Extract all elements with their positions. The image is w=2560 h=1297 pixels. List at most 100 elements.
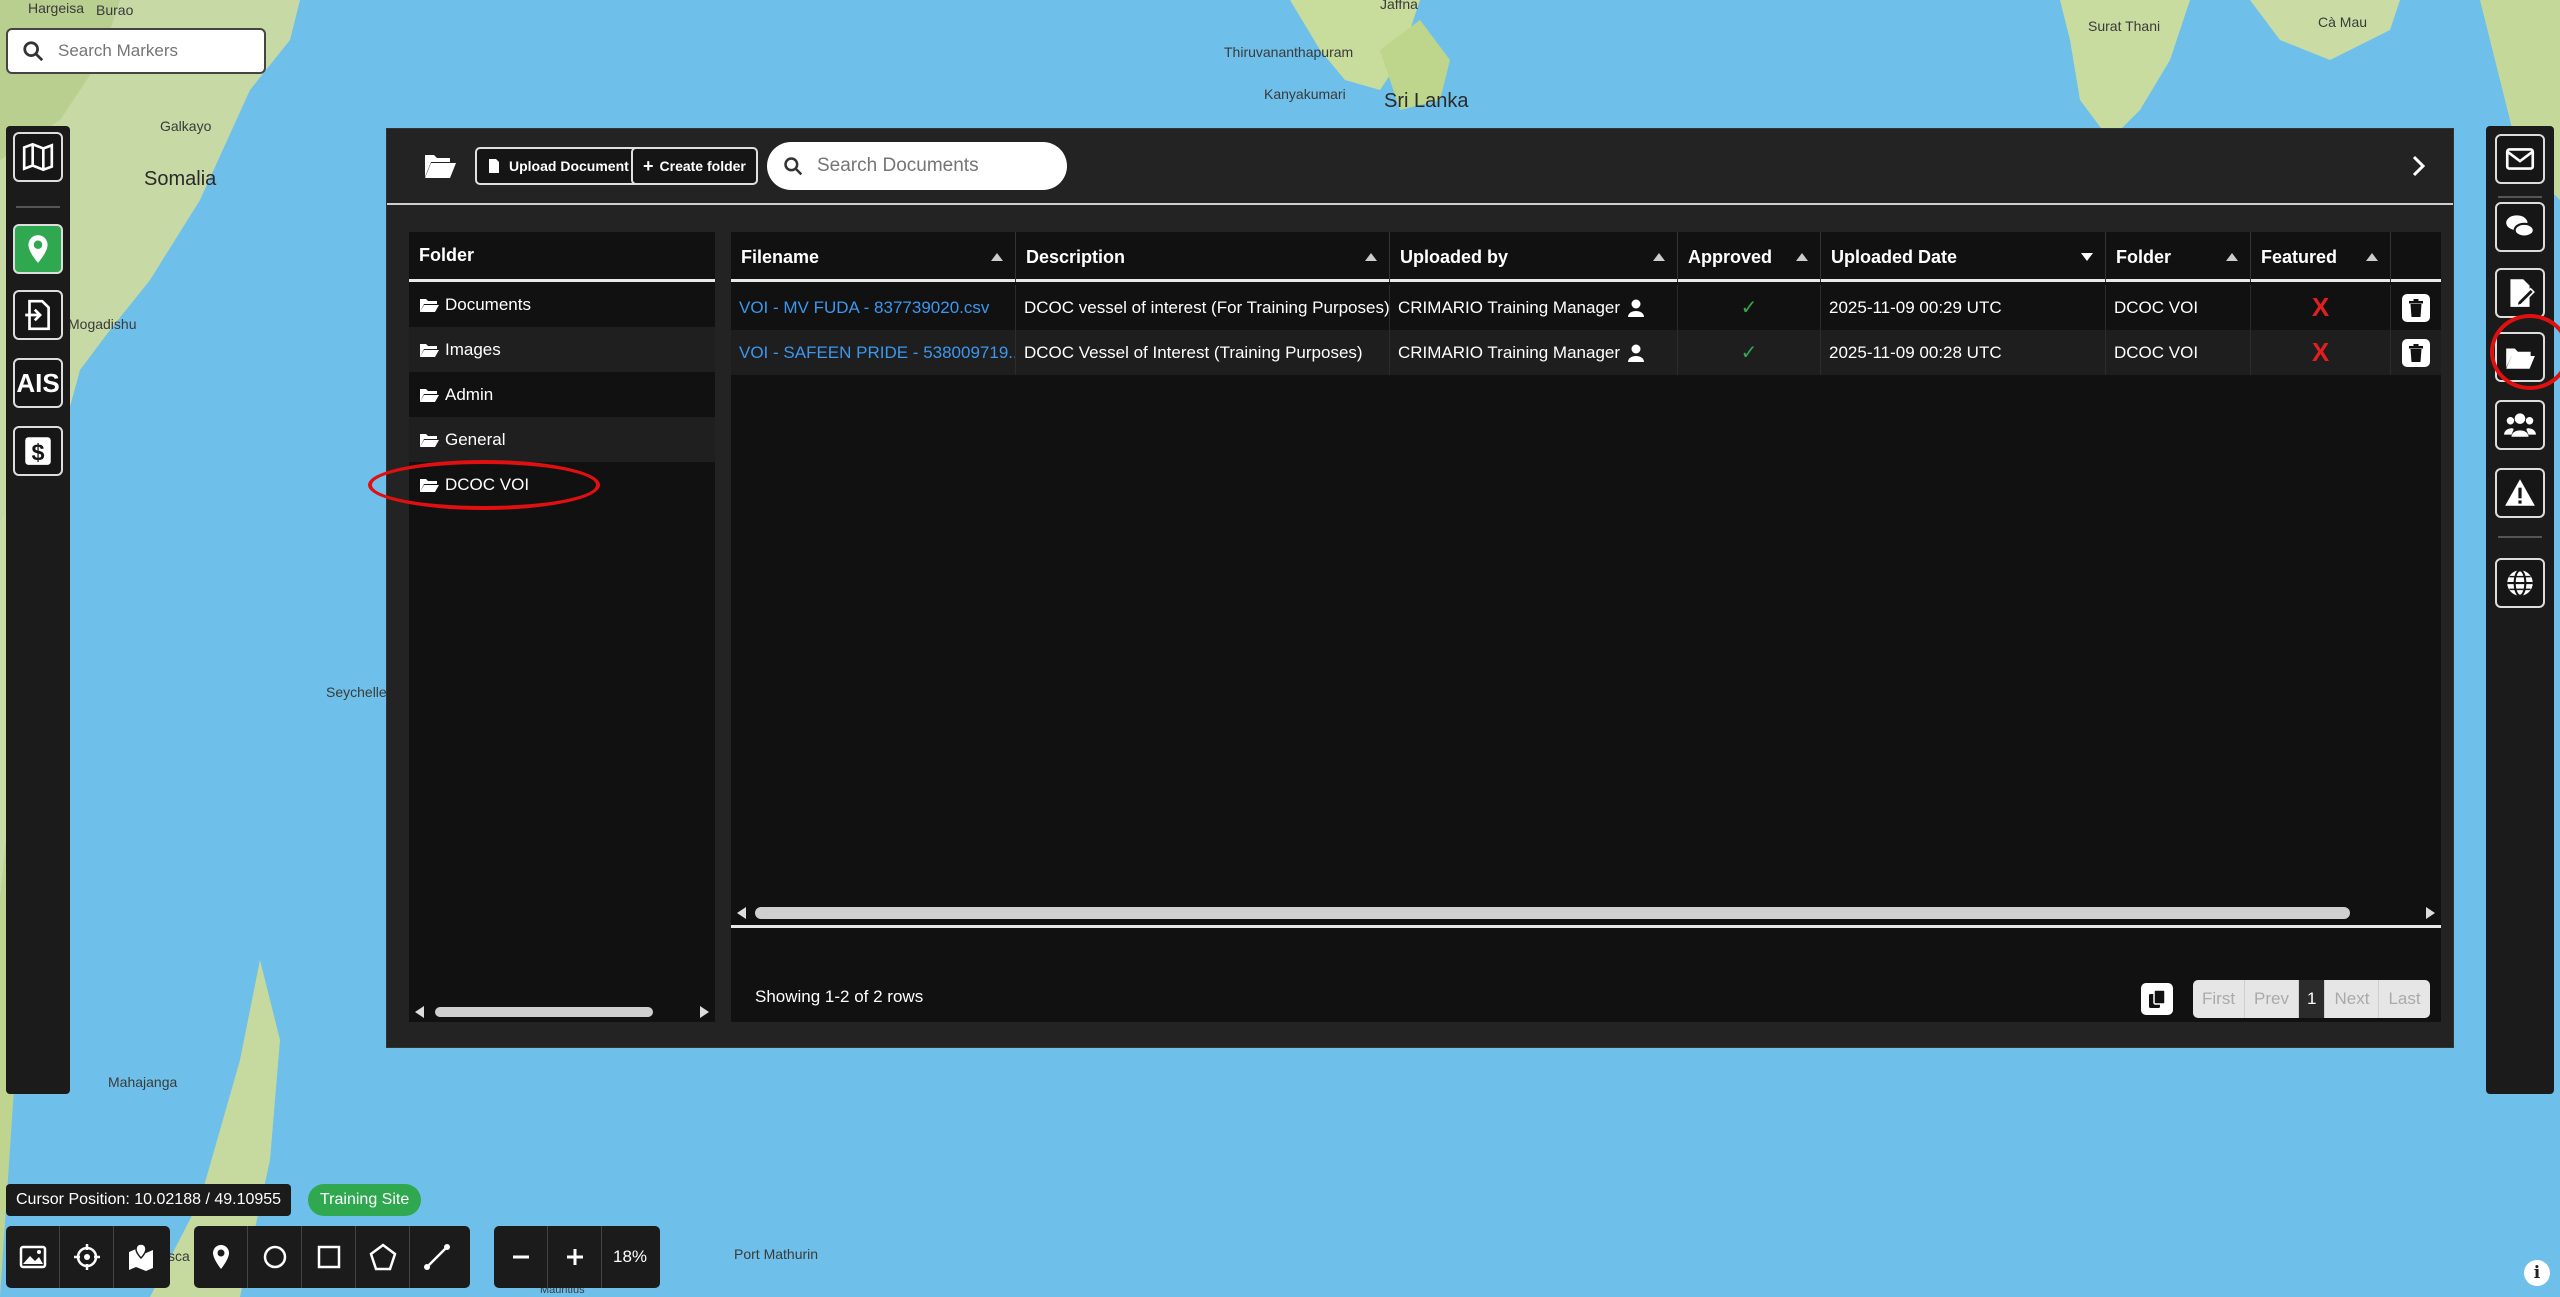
column-header-uploaded-date[interactable]: Uploaded Date [1821, 232, 2106, 282]
collapse-panel-button[interactable] [2405, 149, 2433, 183]
current-page[interactable]: 1 [2299, 980, 2326, 1018]
map-label: Hargeisa [28, 0, 85, 16]
scroll-thumb[interactable] [755, 907, 2350, 919]
zoom-level: 18% [612, 1247, 648, 1266]
x-icon: X [2311, 337, 2330, 367]
zoom-out-button[interactable] [494, 1226, 548, 1288]
folder-icon [420, 298, 439, 312]
warning-icon [2505, 479, 2535, 506]
create-folder-button[interactable]: + Create folder [631, 147, 758, 185]
basemap-button[interactable] [6, 1226, 60, 1288]
folder-item-general[interactable]: General [409, 417, 715, 462]
sort-down-icon [2081, 253, 2093, 261]
envelope-icon [2505, 148, 2535, 170]
folder-label: Documents [445, 294, 531, 314]
folder-header: Folder [409, 232, 715, 282]
create-folder-label: Create folder [659, 158, 746, 174]
zoom-in-button[interactable] [548, 1226, 602, 1288]
map-label: Thiruvananthapuram [1224, 44, 1354, 60]
users-button[interactable] [2495, 400, 2545, 450]
folder-open-icon [2506, 348, 2535, 369]
column-header-description[interactable]: Description [1016, 232, 1390, 282]
chat-icon [2506, 215, 2535, 238]
folder-item-images[interactable]: Images [409, 327, 715, 372]
import-button[interactable] [13, 290, 63, 340]
chevron-right-icon [2412, 155, 2426, 177]
table-row[interactable]: VOI - MV FUDA - 837739020.csv DCOC vesse… [731, 285, 2441, 330]
folder-item-documents[interactable]: Documents [409, 282, 715, 327]
document-search-box[interactable] [767, 142, 1067, 190]
map-layers-button[interactable] [13, 132, 63, 182]
uploader-name: CRIMARIO Training Manager [1398, 342, 1621, 362]
folder-cell: DCOC VOI [2106, 330, 2251, 375]
map-label: Port Mathurin [734, 1246, 819, 1262]
upload-document-button[interactable]: Upload Document [475, 147, 641, 185]
info-icon[interactable]: i [2524, 1260, 2550, 1286]
delete-button[interactable] [2402, 293, 2430, 322]
folder-item-dcoc-voi[interactable]: DCOC VOI [409, 462, 715, 507]
description-cell: DCOC Vessel of Interest (Training Purpos… [1016, 330, 1390, 375]
dollar-icon: $ [25, 437, 51, 466]
draw-polygon-button[interactable] [356, 1226, 410, 1288]
filename-link[interactable]: VOI - MV FUDA - 837739020.csv [731, 285, 1016, 330]
image-icon [19, 1245, 46, 1269]
folder-label: Admin [445, 384, 494, 404]
sort-up-icon [1365, 253, 1377, 261]
folder-scrollbar[interactable] [409, 1000, 715, 1022]
reports-button[interactable] [2495, 268, 2545, 318]
folder-label: DCOC VOI [445, 474, 530, 494]
column-header-uploaded-by[interactable]: Uploaded by [1390, 232, 1678, 282]
table-horizontal-scrollbar[interactable] [731, 902, 2441, 922]
billing-button[interactable]: $ [13, 426, 63, 476]
draw-line-button[interactable] [410, 1226, 464, 1288]
pentagon-icon [369, 1243, 396, 1271]
chat-button[interactable] [2495, 202, 2545, 252]
map-icon [22, 142, 54, 172]
table-row[interactable]: VOI - SAFEEN PRIDE - 538009719.... DCOC … [731, 330, 2441, 375]
column-header-filename[interactable]: Filename [731, 232, 1016, 282]
messages-button[interactable] [2495, 134, 2545, 184]
globe-button[interactable] [2495, 558, 2545, 608]
next-page-button[interactable]: Next [2325, 980, 2380, 1018]
approved-cell: ✓ [1678, 330, 1821, 375]
folder-item-admin[interactable]: Admin [409, 372, 715, 417]
filename-link[interactable]: VOI - SAFEEN PRIDE - 538009719.... [731, 330, 1016, 375]
copy-button[interactable] [2141, 983, 2173, 1015]
crosshair-icon [73, 1244, 100, 1270]
description-cell: DCOC vessel of interest (For Training Pu… [1016, 285, 1390, 330]
last-page-button[interactable]: Last [2379, 980, 2430, 1018]
column-header-approved[interactable]: Approved [1678, 232, 1821, 282]
pagination: First Prev 1 Next Last [2193, 980, 2430, 1018]
map-marker-list-button[interactable] [114, 1226, 168, 1288]
column-header-folder[interactable]: Folder [2106, 232, 2251, 282]
delete-button[interactable] [2402, 338, 2430, 367]
left-toolbar: AIS $ [6, 126, 70, 1094]
uploaded-by-cell: CRIMARIO Training Manager [1390, 285, 1678, 330]
alerts-button[interactable] [2495, 468, 2545, 518]
marker-search-input[interactable] [58, 41, 248, 61]
map-label: Jaffna [1380, 0, 1418, 12]
featured-cell[interactable]: X [2251, 285, 2391, 330]
map-label: Cà Mau [2318, 14, 2368, 30]
ais-button[interactable]: AIS [13, 358, 63, 408]
first-page-button[interactable]: First [2193, 980, 2246, 1018]
locate-button[interactable] [60, 1226, 114, 1288]
column-label: Filename [741, 246, 820, 267]
sort-up-icon [2366, 253, 2378, 261]
document-search-input[interactable] [817, 155, 1047, 177]
draw-rectangle-button[interactable] [302, 1226, 356, 1288]
scroll-thumb[interactable] [435, 1007, 653, 1017]
draw-point-button[interactable] [194, 1226, 248, 1288]
prev-page-button[interactable]: Prev [2245, 980, 2300, 1018]
documents-button[interactable] [2495, 332, 2545, 382]
marker-search-box[interactable] [6, 28, 266, 74]
circle-icon [263, 1245, 286, 1269]
column-header-actions [2391, 232, 2441, 282]
scroll-right-icon [700, 1006, 709, 1018]
draw-circle-button[interactable] [248, 1226, 302, 1288]
markers-button[interactable] [13, 224, 63, 274]
column-header-featured[interactable]: Featured [2251, 232, 2391, 282]
featured-cell[interactable]: X [2251, 330, 2391, 375]
folder-open-icon [425, 155, 456, 178]
check-icon: ✓ [1740, 342, 1758, 364]
